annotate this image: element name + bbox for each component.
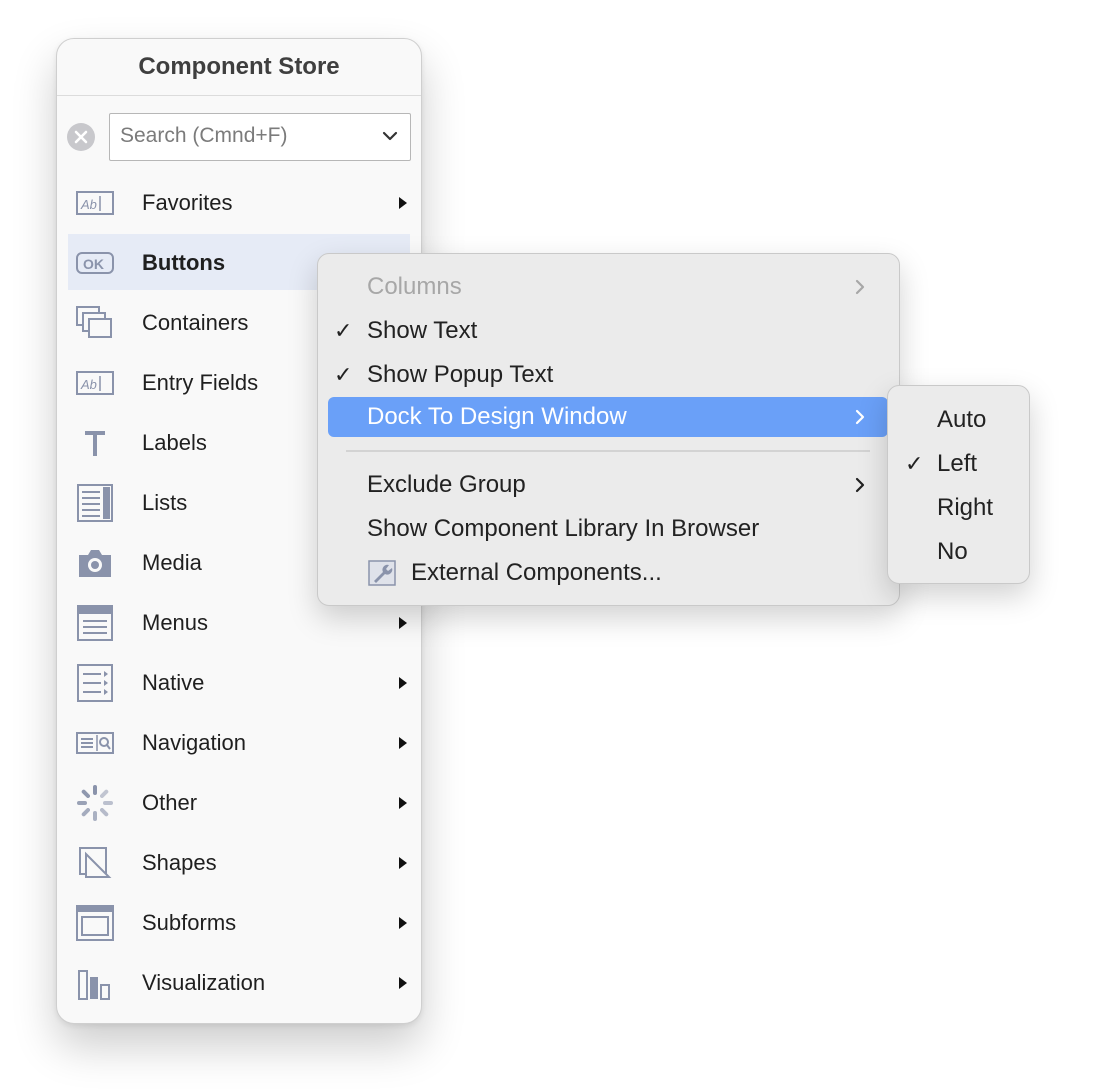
- category-label: Lists: [142, 490, 188, 515]
- dock-submenu: Auto ✓ Left Right No: [887, 385, 1030, 584]
- menu-item-show-component-library[interactable]: Show Component Library In Browser: [328, 509, 888, 549]
- category-label: Shapes: [142, 850, 217, 875]
- triangle-right-icon: [399, 977, 407, 989]
- menu-item-label: External Components...: [411, 559, 662, 586]
- text-field-icon: Ab: [76, 191, 114, 215]
- triangle-right-icon: [399, 737, 407, 749]
- triangle-right-icon: [399, 797, 407, 809]
- search-input[interactable]: [110, 114, 370, 158]
- menu-icon: [77, 605, 113, 641]
- subform-window-icon: [76, 905, 114, 941]
- panel-title: Component Store: [57, 39, 421, 96]
- chevron-down-icon[interactable]: [380, 126, 400, 146]
- submenu-item-label: Right: [937, 494, 994, 521]
- triangle-right-icon: [399, 857, 407, 869]
- category-native[interactable]: Native: [57, 653, 421, 713]
- spinner-icon: [77, 785, 113, 821]
- category-favorites[interactable]: Ab Favorites: [57, 173, 421, 233]
- camera-icon: [79, 550, 111, 577]
- menu-item-label: Dock To Design Window: [367, 403, 627, 430]
- text-field-icon: Ab: [76, 371, 114, 395]
- category-label: Navigation: [142, 730, 246, 755]
- menu-item-dock-to-design-window[interactable]: Dock To Design Window: [328, 397, 888, 437]
- category-label: Menus: [142, 610, 209, 635]
- category-label: Labels: [142, 430, 207, 455]
- menu-item-label: Show Component Library In Browser: [367, 515, 760, 542]
- submenu-item-label: No: [937, 538, 968, 565]
- submenu-item-label: Auto: [937, 406, 987, 433]
- ok-button-icon: OK: [76, 252, 114, 274]
- menu-item-show-popup-text[interactable]: ✓ Show Popup Text: [328, 355, 888, 395]
- bar-chart-icon: [78, 970, 110, 1000]
- category-label: Containers: [142, 310, 249, 335]
- context-menu: Columns ✓ Show Text ✓ Show Popup Text Do…: [317, 253, 900, 606]
- category-other[interactable]: Other: [57, 773, 421, 833]
- chevron-right-icon: [855, 477, 865, 493]
- list-icon: [77, 484, 113, 522]
- menu-item-label: Columns: [367, 273, 462, 300]
- checkmark-icon: ✓: [334, 362, 353, 387]
- category-shapes[interactable]: Shapes: [57, 833, 421, 893]
- submenu-item-right[interactable]: Right: [888, 486, 1029, 530]
- native-list-icon: [77, 664, 113, 702]
- chevron-right-icon: [855, 409, 865, 425]
- triangle-right-icon: [399, 617, 407, 629]
- wrench-icon: [368, 560, 396, 586]
- clear-search-icon[interactable]: [67, 123, 95, 151]
- category-label: Media: [142, 550, 202, 575]
- svg-text:Ab: Ab: [80, 197, 97, 212]
- menu-item-exclude-group[interactable]: Exclude Group: [328, 465, 888, 505]
- stacked-windows-icon: [76, 306, 112, 338]
- letter-t-icon: [85, 431, 105, 456]
- submenu-item-label: Left: [937, 450, 978, 477]
- menu-item-columns[interactable]: Columns: [328, 267, 888, 307]
- category-subforms[interactable]: Subforms: [57, 893, 421, 953]
- checkmark-icon: ✓: [905, 451, 924, 476]
- menu-item-external-components[interactable]: External Components...: [328, 553, 888, 593]
- submenu-item-auto[interactable]: Auto: [888, 398, 1029, 442]
- menu-item-label: Show Popup Text: [367, 361, 554, 388]
- category-navigation[interactable]: Navigation: [57, 713, 421, 773]
- triangle-right-icon: [399, 677, 407, 689]
- menu-separator: [346, 450, 870, 452]
- svg-text:Ab: Ab: [80, 377, 97, 392]
- category-label: Buttons: [142, 250, 226, 275]
- navigation-search-icon: [76, 732, 114, 754]
- category-visualization[interactable]: Visualization: [57, 953, 421, 1013]
- category-label: Native: [142, 670, 205, 695]
- category-label: Favorites: [142, 190, 233, 215]
- category-label: Other: [142, 790, 198, 815]
- menu-item-label: Exclude Group: [367, 471, 526, 498]
- submenu-item-left[interactable]: ✓ Left: [888, 442, 1029, 486]
- category-label: Subforms: [142, 910, 237, 935]
- category-label: Visualization: [142, 970, 266, 995]
- menu-item-show-text[interactable]: ✓ Show Text: [328, 311, 888, 351]
- checkmark-icon: ✓: [334, 318, 353, 343]
- triangle-right-icon: [399, 197, 407, 209]
- menu-item-label: Show Text: [367, 317, 478, 344]
- chevron-right-icon: [855, 279, 865, 295]
- submenu-item-no[interactable]: No: [888, 530, 1029, 574]
- shapes-icon: [79, 847, 112, 878]
- category-label: Entry Fields: [142, 370, 259, 395]
- svg-text:OK: OK: [83, 256, 104, 272]
- triangle-right-icon: [399, 917, 407, 929]
- search-box: [109, 113, 411, 161]
